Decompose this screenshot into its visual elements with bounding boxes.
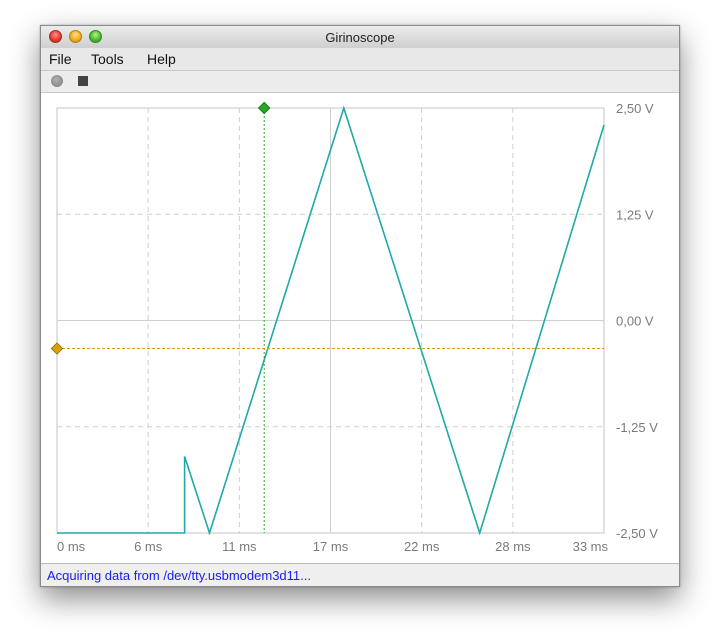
menu-bar: File Tools Help [41, 48, 679, 71]
y-tick-label: 2,50 V [616, 101, 654, 116]
status-text: Acquiring data from /dev/tty.usbmodem3d1… [47, 568, 311, 583]
app-window: Girinoscope File Tools Help 0 ms 6 ms 11 m… [40, 25, 680, 587]
y-tick-label: 0,00 V [616, 314, 654, 329]
record-icon[interactable] [51, 75, 63, 87]
window-title: Girinoscope [325, 30, 395, 45]
x-tick-label: 11 ms [222, 539, 257, 554]
stop-icon[interactable] [78, 76, 88, 86]
chart-svg: 0 ms 6 ms 11 ms 17 ms 22 ms 28 ms 33 ms 2,50 V 1… [50, 101, 658, 554]
x-tick-label: 28 ms [495, 539, 531, 554]
x-tick-label: 17 ms [313, 539, 349, 554]
toolbar [41, 71, 679, 93]
x-tick-label: 0 ms [57, 539, 86, 554]
x-tick-label: 33 ms [573, 539, 609, 554]
y-tick-label: -1,25 V [616, 420, 658, 435]
status-bar: Acquiring data from /dev/tty.usbmodem3d1… [41, 563, 679, 586]
y-tick-label: 1,25 V [616, 207, 654, 222]
oscilloscope-plot[interactable]: 0 ms 6 ms 11 ms 17 ms 22 ms 28 ms 33 ms 2,50 V 1… [41, 93, 679, 564]
menu-tools[interactable]: Tools [91, 51, 124, 67]
y-tick-label: -2,50 V [616, 526, 658, 541]
menu-file[interactable]: File [49, 51, 72, 67]
menu-help[interactable]: Help [147, 51, 176, 67]
title-bar[interactable]: Girinoscope [41, 26, 679, 49]
x-tick-label: 6 ms [134, 539, 163, 554]
x-tick-label: 22 ms [404, 539, 440, 554]
